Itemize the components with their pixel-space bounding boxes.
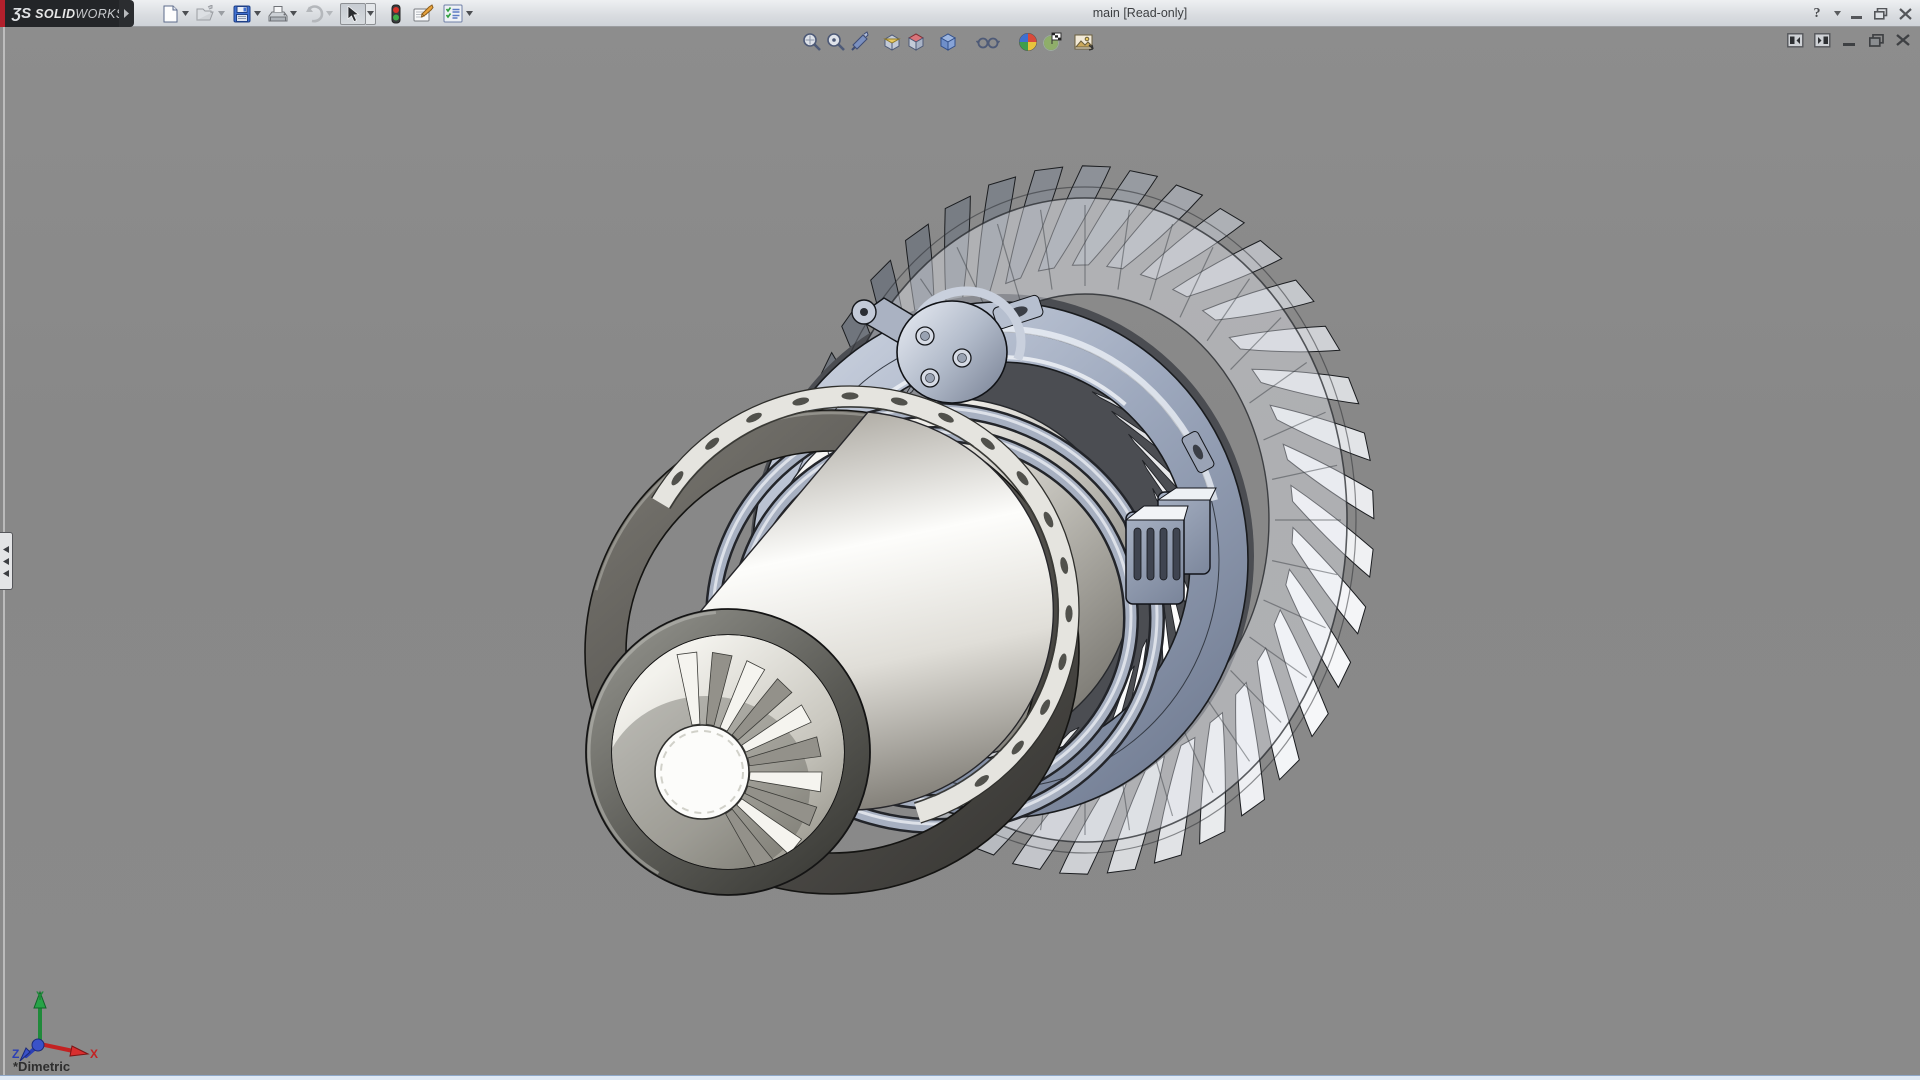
logo-text-bold: SOLID (35, 7, 75, 21)
zoom-to-area-button[interactable] (824, 30, 848, 54)
help-dropdown-arrow[interactable] (1832, 5, 1842, 23)
solidworks-logo: ƷS SOLIDWORKS (0, 0, 119, 27)
statusbar (0, 1075, 1920, 1080)
hub-bore (655, 725, 749, 819)
menu-expand-tab[interactable] (119, 0, 134, 27)
open-dropdown-arrow[interactable] (216, 4, 226, 24)
logo-glyph: ƷS (12, 5, 31, 22)
document-title: main [Read-only] (1040, 0, 1240, 26)
save-floppy-icon (232, 4, 252, 24)
new-document-icon (160, 4, 180, 24)
close-document-button[interactable] (1894, 32, 1912, 48)
file-properties-icon (412, 4, 436, 24)
view-settings-button[interactable] (1072, 30, 1096, 54)
collapse-panel-left-button[interactable] (1786, 32, 1804, 48)
undo-icon (304, 4, 324, 24)
titlebar: ƷS SOLIDWORKS (0, 0, 1920, 27)
collapse-panel-right-button[interactable] (1813, 32, 1831, 48)
minimize-document-button[interactable] (1840, 32, 1858, 48)
main-toolbar (160, 0, 480, 27)
logo-red-strip (0, 0, 5, 27)
options-checklist-icon (442, 4, 464, 24)
triad-y-label: Y (36, 989, 44, 1003)
save-button[interactable] (232, 4, 262, 24)
help-button[interactable]: ? (1808, 5, 1826, 23)
edit-appearance-button[interactable] (1016, 30, 1040, 54)
new-dropdown-arrow[interactable] (180, 4, 190, 24)
zoom-to-fit-button[interactable] (800, 30, 824, 54)
hide-show-items-button[interactable] (976, 30, 1000, 54)
restore-document-button[interactable] (1867, 32, 1885, 48)
feature-panel-collapse-tab[interactable] (0, 532, 13, 590)
titlebar-window-controls: ? (1808, 0, 1914, 27)
view-orientation-label: *Dimetric (13, 1059, 70, 1074)
orientation-triad: Y X Z (10, 982, 100, 1062)
close-button[interactable] (1896, 5, 1914, 23)
minimize-button[interactable] (1848, 5, 1866, 23)
undo-dropdown-arrow[interactable] (324, 4, 334, 24)
headsup-view-toolbar (800, 30, 1096, 54)
select-dropdown-arrow[interactable] (366, 3, 376, 25)
apply-scene-button[interactable] (1040, 30, 1064, 54)
display-style-button[interactable] (936, 30, 960, 54)
solidworks-window: ƷS SOLIDWORKS (0, 0, 1920, 1080)
model-canvas-jet-engine[interactable] (0, 27, 1920, 1075)
options-button[interactable] (442, 4, 474, 24)
file-properties-button[interactable] (412, 4, 436, 24)
section-view-button[interactable] (880, 30, 904, 54)
new-document-button[interactable] (160, 4, 190, 24)
open-document-button[interactable] (196, 4, 226, 24)
options-dropdown-arrow[interactable] (464, 4, 474, 24)
print-icon (268, 4, 288, 24)
graphics-viewport[interactable]: Y X Z *Dimetric (0, 27, 1920, 1075)
previous-view-button[interactable] (848, 30, 872, 54)
rebuild-button[interactable] (386, 4, 406, 24)
restore-button[interactable] (1872, 5, 1890, 23)
help-icon: ? (1814, 6, 1821, 22)
open-folder-icon (196, 4, 216, 24)
undo-button[interactable] (304, 4, 334, 24)
rebuild-traffic-light-icon (386, 4, 406, 24)
triad-x-label: X (90, 1047, 98, 1061)
print-dropdown-arrow[interactable] (288, 4, 298, 24)
view-orientation-button[interactable] (904, 30, 928, 54)
logo-text-light: WORKS (75, 7, 124, 21)
document-window-controls (1786, 32, 1912, 48)
save-dropdown-arrow[interactable] (252, 4, 262, 24)
select-tool-button[interactable] (340, 3, 376, 25)
select-arrow-icon (340, 3, 366, 25)
print-button[interactable] (268, 4, 298, 24)
